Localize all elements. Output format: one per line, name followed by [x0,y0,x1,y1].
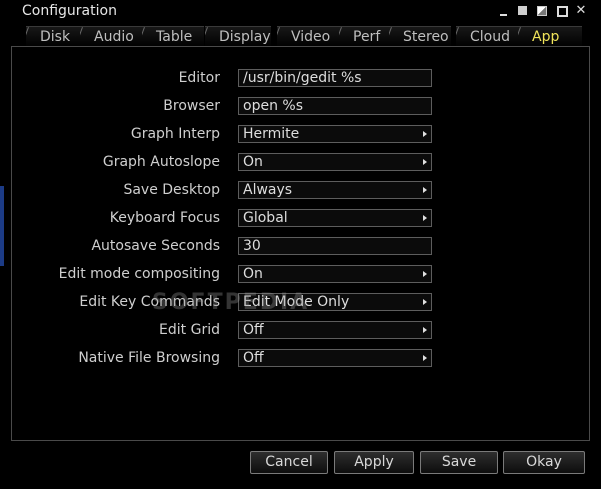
settings-panel: Editor /usr/bin/gedit %s Browser open %s… [11,46,590,441]
shade-icon[interactable] [517,5,529,17]
edit-grid-select[interactable]: Off [238,321,432,339]
tab-label: Video [291,29,331,45]
graph-interp-select[interactable]: Hermite [238,125,432,143]
tab-video[interactable]: Video [277,26,339,47]
graph-interp-value: Hermite [243,126,300,142]
browser-label: Browser [163,98,220,114]
keyboard-focus-select[interactable]: Global [238,209,432,227]
edit-mode-compositing-select[interactable]: On [238,265,432,283]
edit-grid-label: Edit Grid [159,322,220,338]
edit-key-commands-value: Edit Mode Only [243,294,350,310]
close-icon[interactable]: ✕ [575,4,587,17]
edit-mode-compositing-label: Edit mode compositing [58,266,220,282]
graph-interp-label: Graph Interp [130,126,220,142]
tab-bar: Disk Audio Table Display Video Perf Ster… [12,26,590,48]
edit-key-commands-select[interactable]: Edit Mode Only [238,293,432,311]
tab-cloud[interactable]: Cloud [456,26,518,47]
tab-label: Disk [40,29,71,45]
tab-label: Audio [94,29,134,45]
desktop-background [0,186,4,266]
editor-input[interactable]: /usr/bin/gedit %s [238,69,432,87]
tab-app[interactable]: App [518,26,582,47]
tab-audio[interactable]: Audio [80,26,142,47]
minimize-icon[interactable] [498,5,510,17]
graph-autoslope-select[interactable]: On [238,153,432,171]
save-button[interactable]: Save [420,451,498,474]
cancel-button[interactable]: Cancel [250,451,328,474]
maximize-icon[interactable] [536,5,548,17]
edit-key-commands-label: Edit Key Commands [79,294,220,310]
save-desktop-select[interactable]: Always [238,181,432,199]
tab-display[interactable]: Display [205,26,271,47]
apply-button[interactable]: Apply [334,451,414,474]
keyboard-focus-value: Global [243,210,288,226]
tab-stereo[interactable]: Stereo [389,26,451,47]
tab-label: App [532,29,560,45]
okay-button[interactable]: Okay [503,451,585,474]
tab-label: Table [156,29,193,45]
configuration-window: Configuration ✕ Disk Audio Table Display… [0,0,601,489]
tab-label: Stereo [403,29,449,45]
graph-autoslope-value: On [243,154,263,170]
restore-icon[interactable] [556,5,568,17]
native-file-browsing-select[interactable]: Off [238,349,432,367]
native-file-browsing-value: Off [243,350,264,366]
native-file-browsing-label: Native File Browsing [78,350,220,366]
browser-input[interactable]: open %s [238,97,432,115]
tab-disk[interactable]: Disk [26,26,88,47]
graph-autoslope-label: Graph Autoslope [102,154,220,170]
save-desktop-value: Always [243,182,293,198]
edit-mode-compositing-value: On [243,266,263,282]
window-title: Configuration [22,3,117,19]
autosave-seconds-input[interactable]: 30 [238,237,432,255]
tab-label: Cloud [470,29,510,45]
keyboard-focus-label: Keyboard Focus [109,210,220,226]
edit-grid-value: Off [243,322,264,338]
title-bar[interactable]: Configuration ✕ [0,0,601,23]
editor-label: Editor [178,70,220,86]
save-desktop-label: Save Desktop [123,182,220,198]
tab-table[interactable]: Table [142,26,204,47]
tab-label: Display [219,29,271,45]
tab-label: Perf [353,29,381,45]
autosave-seconds-label: Autosave Seconds [91,238,220,254]
